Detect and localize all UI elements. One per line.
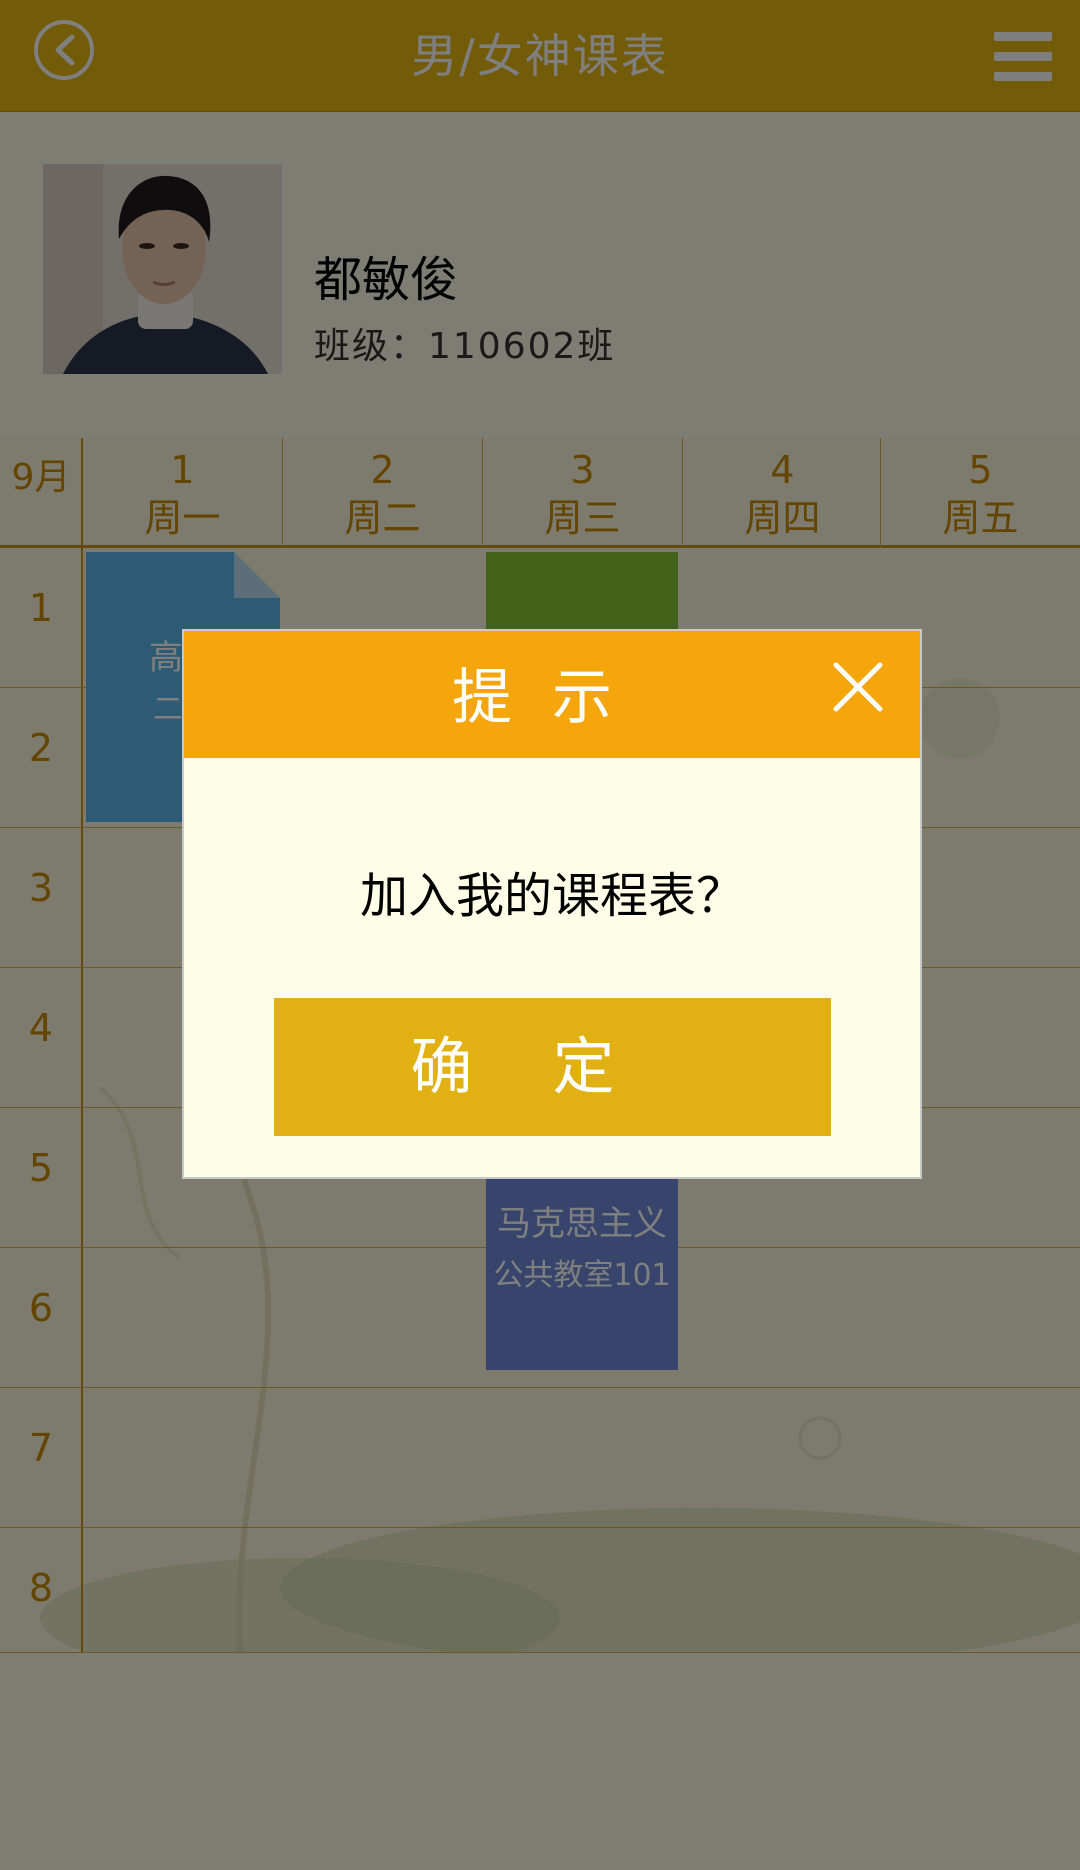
dialog-message: 加入我的课程表？ xyxy=(359,868,744,924)
close-button[interactable] xyxy=(832,661,884,713)
confirm-dialog: 提示 加入我的课程表？ 确定 xyxy=(182,629,922,1179)
dialog-title: 提示 xyxy=(452,663,652,733)
confirm-button[interactable]: 确定 xyxy=(274,998,831,1136)
close-icon xyxy=(833,662,883,712)
dialog-header: 提示 xyxy=(184,631,920,758)
